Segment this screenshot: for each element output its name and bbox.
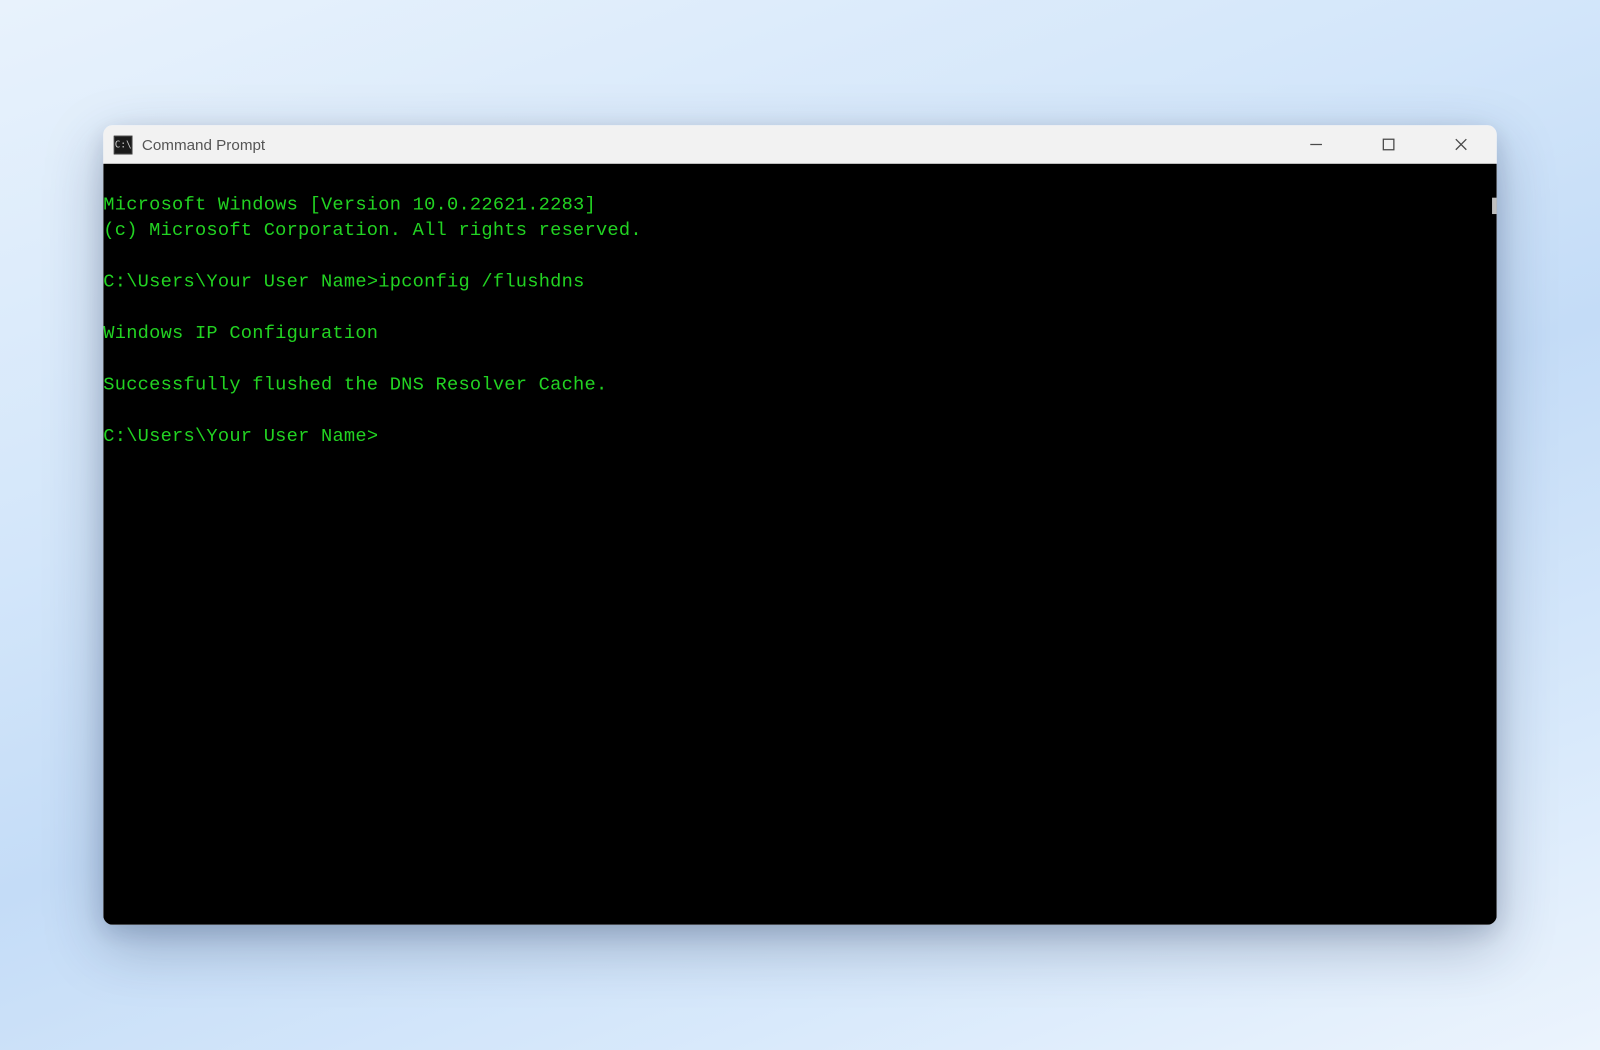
console-heading: Windows IP Configuration [103,323,378,344]
command-prompt-window: C:\ Command Prompt Microsoft Windows [Ve… [103,125,1496,925]
maximize-icon [1382,138,1395,151]
console-prompt-line: C:\Users\Your User Name> [103,426,378,447]
scrollbar-thumb[interactable] [1492,198,1497,214]
close-icon [1454,138,1467,151]
titlebar[interactable]: C:\ Command Prompt [103,125,1496,164]
console-line: Microsoft Windows [Version 10.0.22621.22… [103,194,596,215]
minimize-button[interactable] [1279,125,1351,164]
maximize-button[interactable] [1352,125,1424,164]
cmd-icon: C:\ [114,135,133,154]
close-button[interactable] [1424,125,1496,164]
prompt-user: Your User Name> [206,426,378,447]
prompt-user: Your User Name> [206,271,378,292]
command-text: ipconfig /flushdns [378,271,584,292]
console-line: (c) Microsoft Corporation. All rights re… [103,220,642,241]
minimize-icon [1309,138,1322,151]
window-title: Command Prompt [142,136,265,154]
console-result: Successfully flushed the DNS Resolver Ca… [103,374,607,395]
prompt-path: C:\Users\ [103,426,206,447]
window-controls [1279,125,1496,164]
console-prompt-line: C:\Users\Your User Name>ipconfig /flushd… [103,271,584,292]
prompt-path: C:\Users\ [103,271,206,292]
console-output[interactable]: Microsoft Windows [Version 10.0.22621.22… [103,164,1496,925]
